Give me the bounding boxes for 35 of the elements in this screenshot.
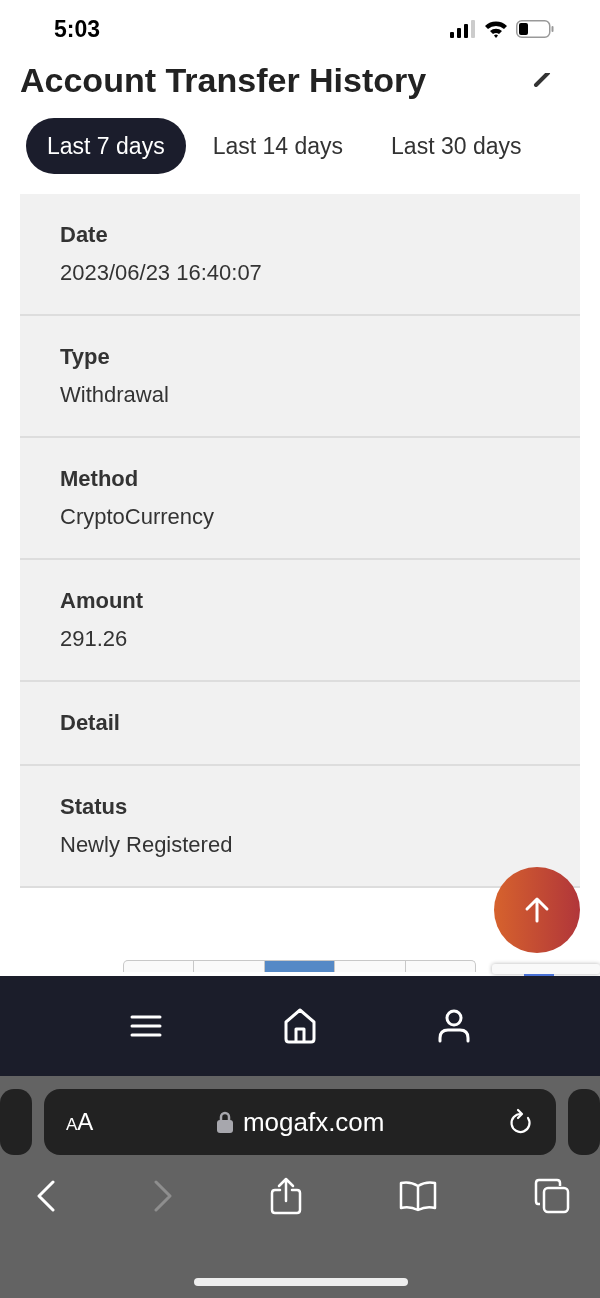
user-icon[interactable] xyxy=(437,1009,470,1043)
field-value: Withdrawal xyxy=(60,381,170,409)
field-label: Date xyxy=(60,221,109,249)
back-icon[interactable] xyxy=(36,1180,56,1212)
page-button[interactable] xyxy=(263,960,336,972)
tabs-icon[interactable] xyxy=(534,1178,570,1214)
field-label: Status xyxy=(60,793,129,821)
url-text: mogafx.com xyxy=(242,1106,385,1138)
field-value: Newly Registered xyxy=(60,831,234,859)
signal-icon xyxy=(450,20,476,38)
page-title: Account Transfer History xyxy=(20,60,427,101)
reload-icon[interactable] xyxy=(508,1108,534,1136)
battery-icon xyxy=(516,20,554,38)
period-tab[interactable]: Last 7 days xyxy=(26,118,186,174)
period-tab[interactable]: Last 30 days xyxy=(370,118,543,174)
menu-icon[interactable] xyxy=(130,1014,163,1038)
address-bar[interactable]: AA mogafx.com xyxy=(44,1089,556,1155)
lock-icon xyxy=(216,1111,233,1133)
side-tab-preview[interactable] xyxy=(568,1089,600,1155)
status-time: 5:03 xyxy=(54,15,101,43)
field-label: Detail xyxy=(60,709,121,737)
share-icon[interactable] xyxy=(270,1177,302,1215)
field-value: 2023/06/23 16:40:07 xyxy=(60,259,263,287)
field-value: 291.26 xyxy=(60,625,129,653)
field-label: Type xyxy=(60,343,111,371)
wifi-icon xyxy=(484,20,508,38)
period-tab[interactable]: Last 14 days xyxy=(191,118,365,174)
field-label: Method xyxy=(60,465,140,493)
side-tab-preview[interactable] xyxy=(0,1089,32,1155)
field-label: Amount xyxy=(60,587,145,615)
text-size-button[interactable]: AA xyxy=(66,1108,94,1136)
home-icon[interactable] xyxy=(283,1008,317,1044)
book-icon[interactable] xyxy=(399,1180,437,1212)
field-value: CryptoCurrency xyxy=(60,503,216,531)
arrow-up-icon xyxy=(523,896,551,924)
